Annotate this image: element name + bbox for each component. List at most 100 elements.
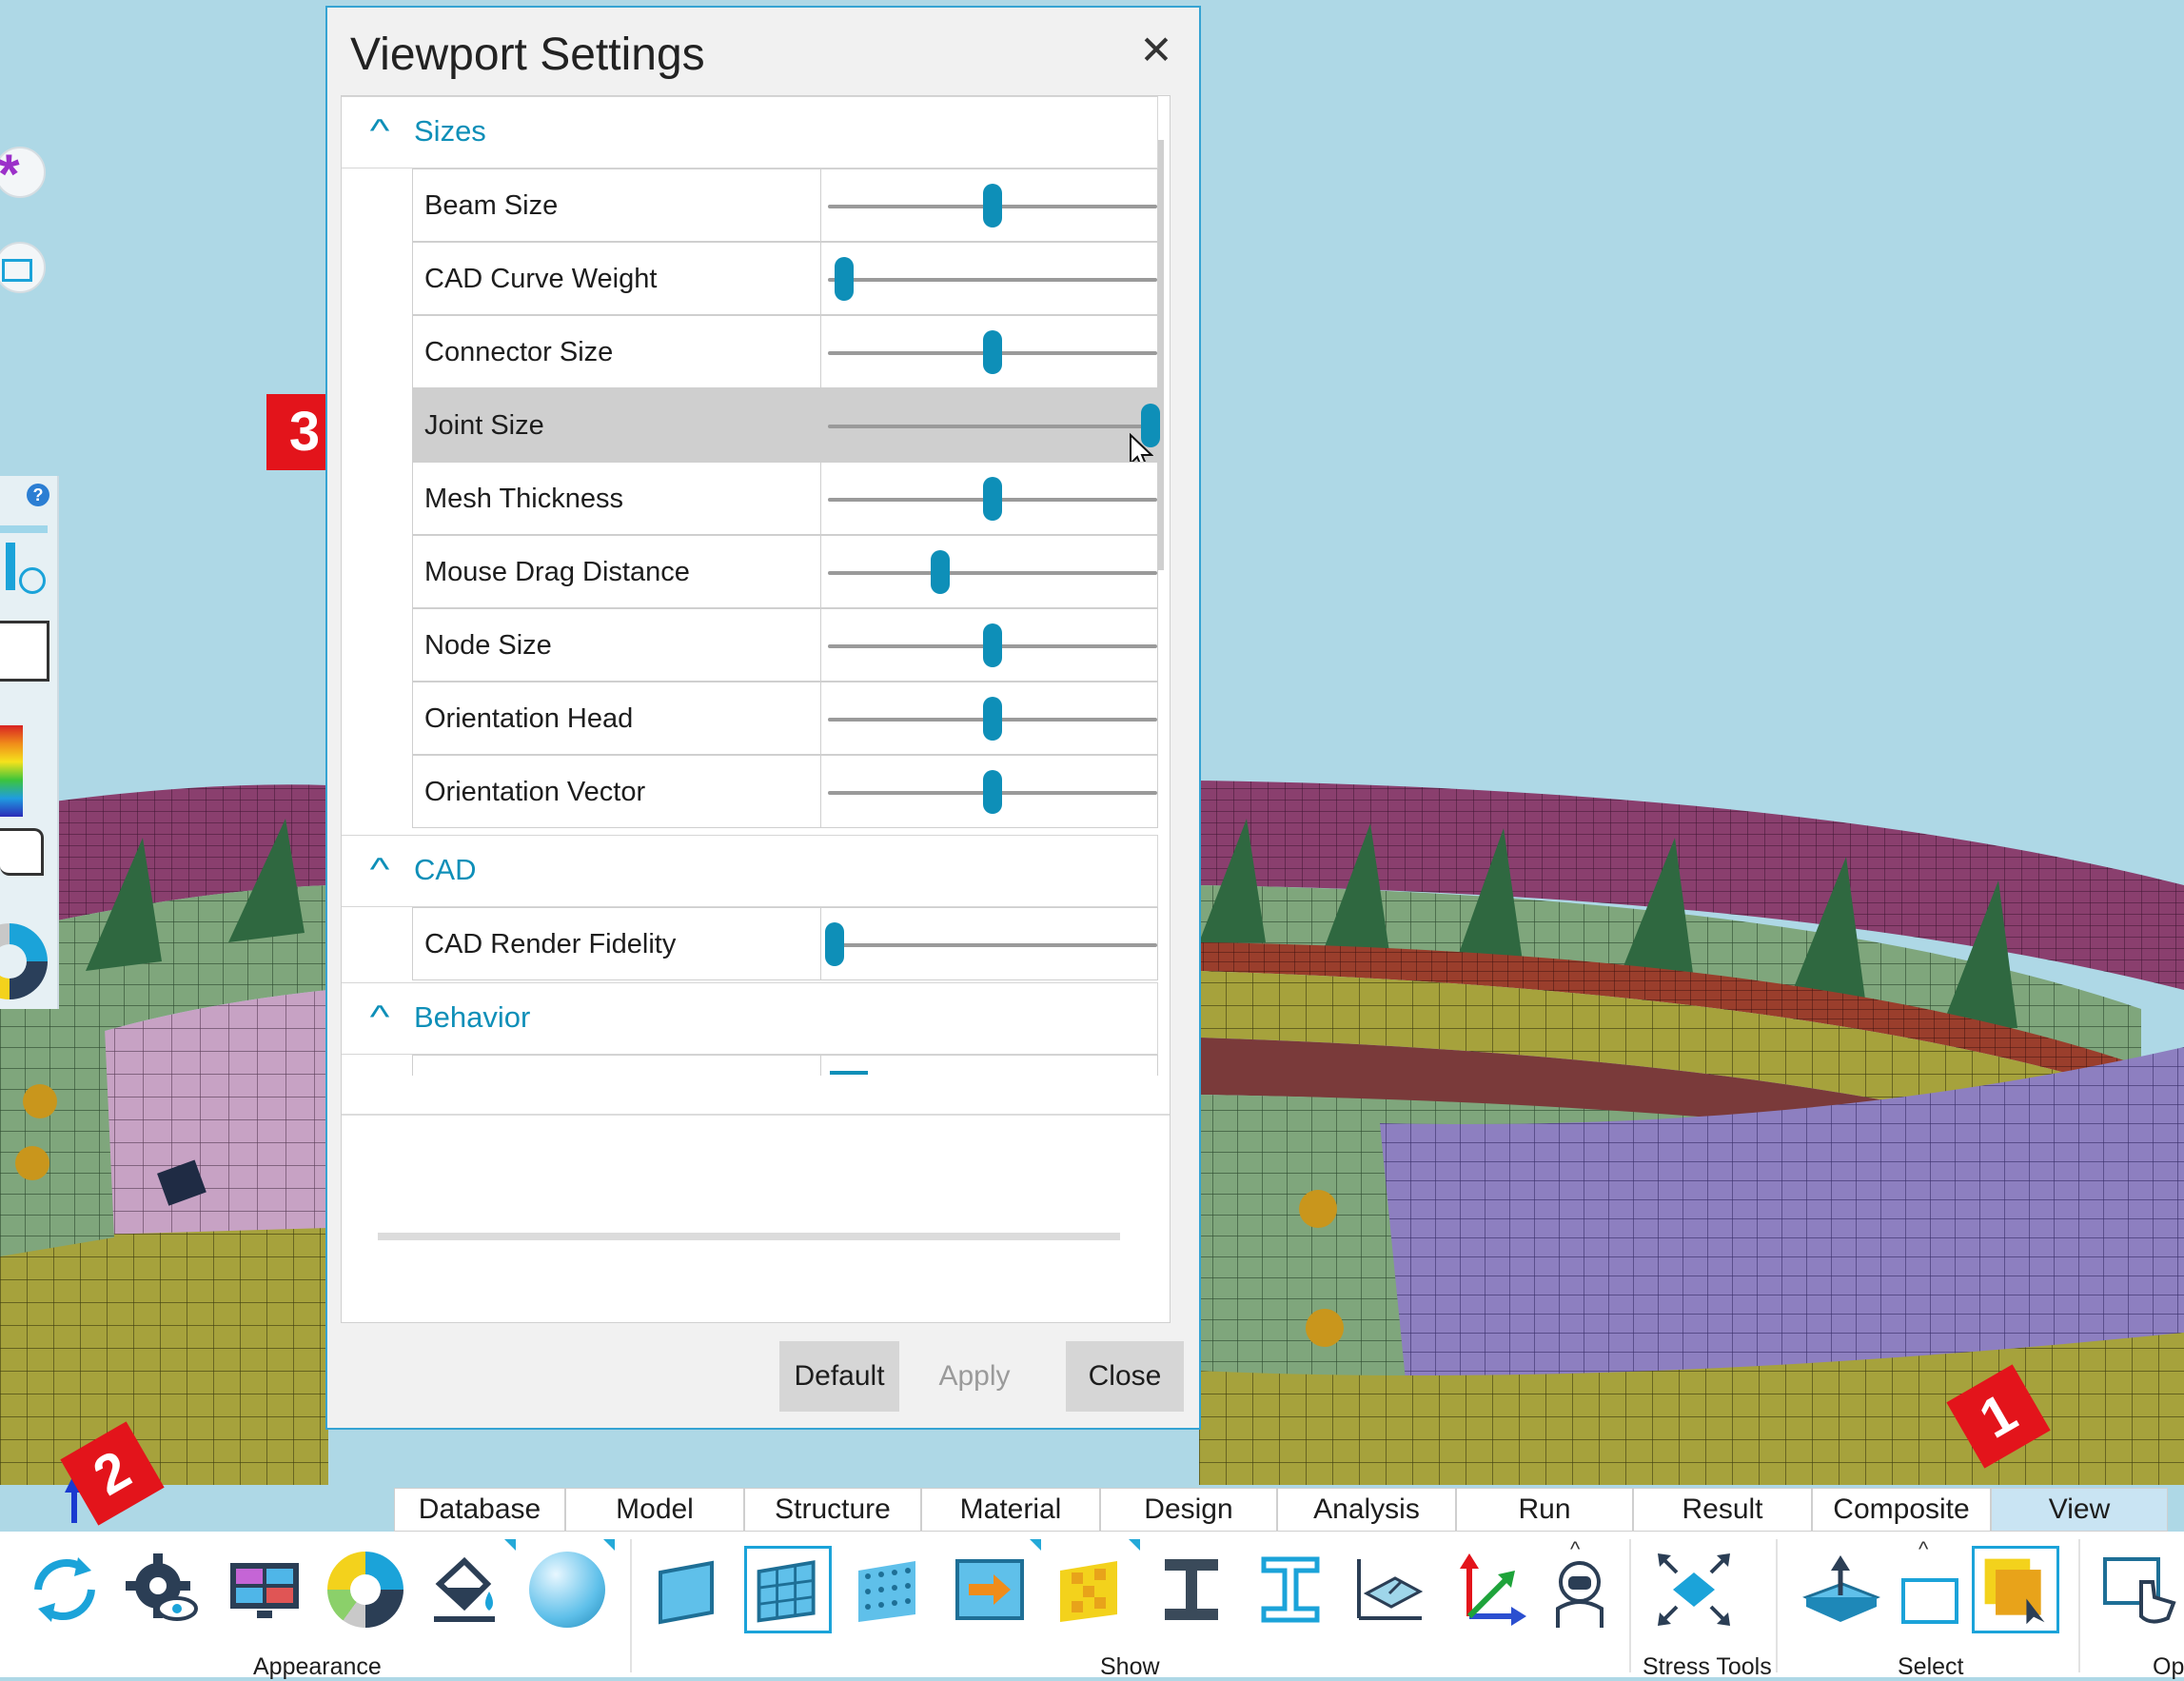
show-beam-sections-button[interactable] xyxy=(1247,1546,1334,1633)
shading-button[interactable] xyxy=(523,1546,611,1633)
setting-row-mesh-thickness[interactable]: Mesh Thickness xyxy=(412,462,1158,535)
close-button[interactable]: Close xyxy=(1066,1341,1184,1412)
slider-thumb[interactable] xyxy=(824,922,844,966)
show-mesh-button[interactable] xyxy=(744,1546,832,1633)
slider-thumb[interactable] xyxy=(983,623,1002,667)
row-divider xyxy=(820,756,821,827)
ribbon-tabs: Database Model Structure Material Design… xyxy=(394,1488,2168,1532)
setting-label: CAD Render Fidelity xyxy=(424,929,677,959)
select-region-button[interactable] xyxy=(1972,1546,2059,1633)
row-divider xyxy=(820,243,821,314)
slider-thumb[interactable] xyxy=(983,184,1002,227)
section-header-sizes[interactable]: ^ Sizes xyxy=(342,96,1158,168)
diamond-arrows-icon xyxy=(1658,1553,1730,1626)
tab-view[interactable]: View xyxy=(1991,1488,2168,1532)
slider-track[interactable] xyxy=(828,550,1157,594)
section-header-behavior[interactable]: ^ Behavior xyxy=(342,982,1158,1055)
callout-1-text: 1 xyxy=(1969,1381,2027,1451)
lift-plane-icon xyxy=(1802,1555,1880,1622)
tab-run[interactable]: Run xyxy=(1456,1488,1633,1532)
horizontal-scrollbar[interactable] xyxy=(378,1233,1120,1240)
view-settings-button[interactable] xyxy=(118,1546,206,1633)
section-label: CAD xyxy=(414,853,477,886)
row-divider xyxy=(820,169,821,241)
slider-track[interactable] xyxy=(828,184,1157,227)
color-wheel-button[interactable] xyxy=(322,1546,409,1633)
section-label: Behavior xyxy=(414,1000,531,1034)
paint-bucket-icon xyxy=(434,1556,495,1622)
row-divider xyxy=(820,1056,821,1076)
tab-analysis[interactable]: Analysis xyxy=(1277,1488,1456,1532)
setting-row-cad-curve-weight[interactable]: CAD Curve Weight xyxy=(412,242,1158,315)
slider-track[interactable] xyxy=(828,623,1157,667)
slider-track[interactable] xyxy=(828,257,1157,301)
color-wheel-icon xyxy=(327,1552,403,1628)
stress-tools-button[interactable] xyxy=(1650,1546,1738,1633)
slider-track[interactable] xyxy=(824,922,1157,966)
select-surface-button[interactable] xyxy=(1797,1546,1884,1633)
slider-thumb[interactable] xyxy=(983,697,1002,741)
dropdown-corner xyxy=(1129,1539,1140,1551)
close-icon[interactable]: ✕ xyxy=(1134,29,1178,72)
setting-row-cad-render-fidelity[interactable]: CAD Render Fidelity xyxy=(412,907,1158,980)
dropdown-corner xyxy=(1030,1539,1041,1551)
show-plane-button[interactable] xyxy=(1346,1546,1433,1633)
slider-track[interactable] xyxy=(828,697,1157,741)
checker-box-icon xyxy=(1060,1561,1117,1622)
slider-thumb[interactable] xyxy=(835,257,855,301)
show-beams-button[interactable] xyxy=(1148,1546,1235,1633)
setting-row-orientation-head[interactable]: Orientation Head xyxy=(412,682,1158,755)
select-box-button[interactable] xyxy=(1886,1546,1974,1633)
flag-icon[interactable] xyxy=(0,828,44,876)
operation-button[interactable] xyxy=(2094,1546,2181,1633)
slider-track[interactable] xyxy=(828,404,1161,447)
slider-thumb[interactable] xyxy=(983,330,1002,374)
tab-result[interactable]: Result xyxy=(1633,1488,1812,1532)
tab-model[interactable]: Model xyxy=(565,1488,744,1532)
tab-structure[interactable]: Structure xyxy=(744,1488,921,1532)
setting-label: CAD Curve Weight xyxy=(424,264,658,294)
arrow-box-icon xyxy=(955,1559,1024,1620)
show-properties-button[interactable] xyxy=(1047,1546,1134,1633)
setting-row-node-size[interactable]: Node Size xyxy=(412,608,1158,682)
setting-row-connector-size[interactable]: Connector Size xyxy=(412,315,1158,388)
setting-row-joint-size[interactable]: Joint Size xyxy=(412,388,1161,470)
monitor-icon xyxy=(230,1563,299,1618)
slider-thumb[interactable] xyxy=(983,477,1002,521)
slider-track[interactable] xyxy=(828,330,1157,374)
setting-row-beam-size[interactable]: Beam Size xyxy=(412,168,1158,242)
donut-chart-icon[interactable] xyxy=(0,923,48,999)
tab-composite[interactable]: Composite xyxy=(1812,1488,1991,1532)
tab-database[interactable]: Database xyxy=(394,1488,565,1532)
show-surfaces-button[interactable] xyxy=(647,1546,735,1633)
slider-thumb[interactable] xyxy=(930,550,950,594)
setting-row-behavior-partial[interactable] xyxy=(412,1055,1158,1076)
row-divider xyxy=(820,908,821,979)
display-button[interactable] xyxy=(221,1546,308,1633)
tab-material[interactable]: Material xyxy=(921,1488,1100,1532)
setting-label: Mesh Thickness xyxy=(424,484,623,514)
fill-color-button[interactable] xyxy=(423,1546,510,1633)
apply-button[interactable]: Apply xyxy=(917,1341,1032,1412)
show-coordinate-system-button[interactable] xyxy=(1445,1546,1532,1633)
animation-tool-icon[interactable] xyxy=(0,522,49,598)
show-nodes-button[interactable] xyxy=(845,1546,933,1633)
refresh-button[interactable] xyxy=(21,1546,108,1633)
settings-panel[interactable]: ^ Sizes Beam Size CAD Curve Weight Conne… xyxy=(341,95,1171,1323)
slider-track[interactable] xyxy=(828,477,1157,521)
setting-row-orientation-vector[interactable]: Orientation Vector xyxy=(412,755,1158,828)
slider-thumb[interactable] xyxy=(983,770,1002,814)
chevron-up-icon[interactable]: ^ xyxy=(1918,1537,1928,1562)
chevron-up-icon[interactable]: ^ xyxy=(1570,1537,1580,1562)
node-grid-icon xyxy=(858,1561,915,1622)
stereo-glasses-icon[interactable] xyxy=(0,621,49,682)
default-button[interactable]: Default xyxy=(779,1341,899,1412)
slider-track[interactable] xyxy=(828,770,1157,814)
show-loads-button[interactable] xyxy=(946,1546,1033,1633)
setting-row-mouse-drag-distance[interactable]: Mouse Drag Distance xyxy=(412,535,1158,608)
section-header-cad[interactable]: ^ CAD xyxy=(342,835,1158,907)
tab-design[interactable]: Design xyxy=(1100,1488,1277,1532)
color-legend-icon[interactable] xyxy=(0,725,23,817)
row-divider xyxy=(820,463,821,534)
help-icon[interactable]: ? xyxy=(27,484,49,506)
